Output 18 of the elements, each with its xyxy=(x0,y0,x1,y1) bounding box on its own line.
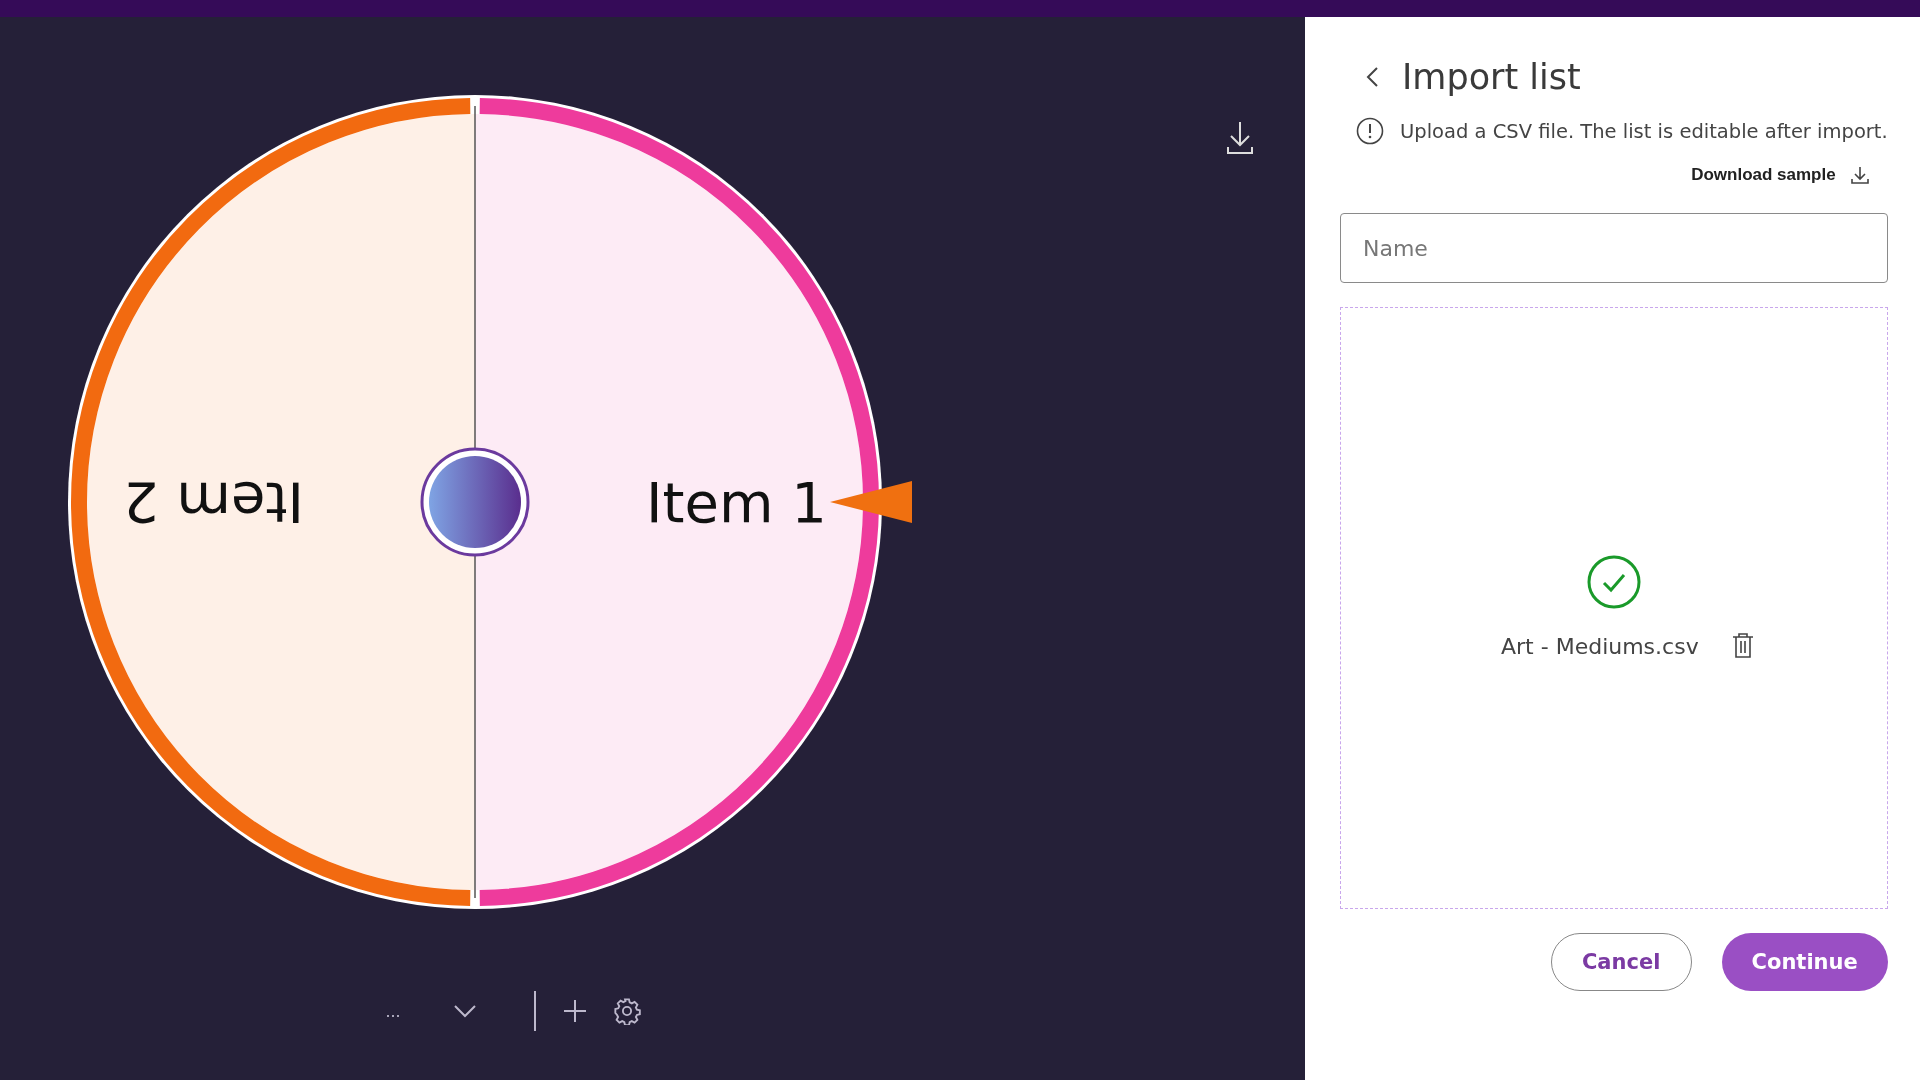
file-name: Art - Mediums.csv xyxy=(1501,633,1699,659)
panel-title: Import list xyxy=(1402,57,1581,97)
download-icon[interactable] xyxy=(1227,121,1253,154)
download-icon xyxy=(1849,165,1870,185)
file-drop-zone[interactable]: Art - Mediums.csv xyxy=(1340,307,1888,909)
cancel-button[interactable]: Cancel xyxy=(1550,933,1692,991)
slice-label: Item 1 xyxy=(646,469,827,535)
continue-button[interactable]: Continue xyxy=(1721,933,1888,991)
slice-label: Item 2 xyxy=(123,469,304,535)
settings-icon[interactable] xyxy=(612,996,642,1026)
info-text: Upload a CSV file. The list is editable after import. xyxy=(1400,119,1888,143)
wheel-hub[interactable] xyxy=(420,447,530,557)
download-sample-link[interactable]: Download sample xyxy=(1691,165,1870,185)
info-icon xyxy=(1356,117,1384,145)
more-button[interactable]: ... xyxy=(378,996,408,1026)
pointer-icon xyxy=(830,481,912,523)
check-circle-icon xyxy=(1586,555,1641,609)
name-field[interactable]: Name xyxy=(1340,213,1888,283)
